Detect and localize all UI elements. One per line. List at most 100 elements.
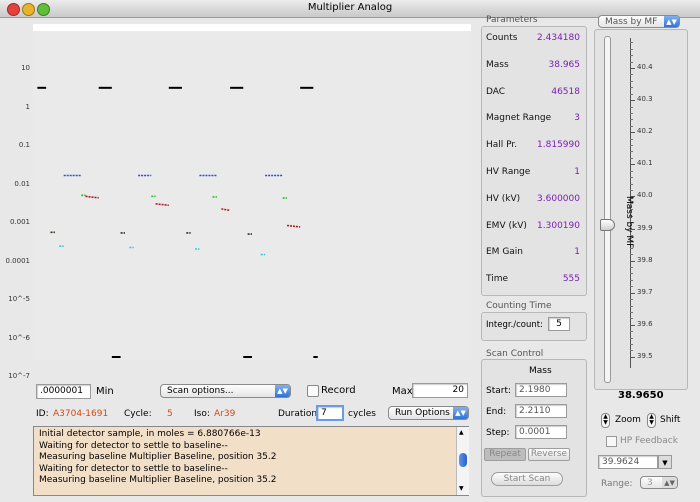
log-line: Measuring baseline Multiplier Baseline, … bbox=[39, 475, 277, 485]
scroll-down-arrow-icon[interactable]: ▼ bbox=[459, 485, 464, 492]
y-tick-label: 0.01 bbox=[14, 179, 30, 188]
integration-label: Integr./count: bbox=[486, 320, 543, 330]
range-popup-value: 3 bbox=[647, 478, 653, 488]
plot-area bbox=[33, 24, 471, 360]
mass-readout: 38.9650 bbox=[618, 390, 664, 401]
y-tick-label: 10^-5 bbox=[8, 295, 30, 303]
slider-minor-tick bbox=[630, 157, 633, 159]
duration-label: Duration bbox=[278, 409, 318, 419]
slider-tick bbox=[630, 68, 635, 69]
slider-tick-label: 40.0 bbox=[637, 191, 653, 200]
mass-by-mf-popup-label: Mass by MF bbox=[605, 17, 658, 27]
run-options-label: Run Options bbox=[395, 408, 450, 418]
slider-thumb[interactable] bbox=[600, 219, 615, 232]
slider-tick bbox=[630, 292, 635, 294]
integration-count-field[interactable]: 5 bbox=[548, 317, 570, 331]
log-text-area[interactable]: Initial detector sample, in moles = 6.88… bbox=[33, 426, 469, 496]
parameter-value: 2.434180 bbox=[537, 33, 580, 43]
slider-track[interactable] bbox=[604, 36, 611, 383]
zoom-label: Zoom bbox=[615, 415, 641, 425]
slider-minor-tick bbox=[630, 55, 633, 57]
run-options-popup[interactable]: Run Options ▲▼ bbox=[388, 406, 469, 420]
slider-tick-label: 40.3 bbox=[637, 95, 653, 104]
cycles-label: cycles bbox=[348, 409, 376, 419]
slider-tick-label: 39.5 bbox=[637, 351, 653, 360]
zoom-stepper[interactable]: ▲ ▼ bbox=[601, 413, 610, 428]
log-line: Waiting for detector to settle to baseli… bbox=[39, 440, 228, 451]
parameter-value: 3 bbox=[574, 113, 580, 124]
slider-minor-tick bbox=[630, 93, 633, 95]
slider-tick bbox=[630, 164, 635, 166]
hp-feedback-checkbox[interactable] bbox=[606, 436, 617, 447]
parameter-value: 1 bbox=[574, 167, 580, 177]
mass-by-mf-popup[interactable]: Mass by MF ▲▼ bbox=[598, 15, 680, 28]
scan-mass-label: Mass bbox=[529, 366, 552, 376]
range-label: Range: bbox=[601, 479, 633, 489]
scan-start-field[interactable]: 2.1980 bbox=[515, 383, 567, 397]
slider-minor-tick bbox=[630, 299, 633, 301]
slider-minor-tick bbox=[630, 177, 633, 179]
log-scrollbar[interactable]: ▲ ▼ bbox=[456, 427, 469, 495]
slider-tick-label: 40.4 bbox=[637, 63, 653, 71]
max-field[interactable]: 20 bbox=[412, 383, 468, 398]
scan-plot bbox=[33, 24, 471, 358]
data-segment bbox=[221, 208, 231, 212]
max-label: Max bbox=[392, 386, 413, 397]
y-tick-label: 0.0001 bbox=[5, 256, 31, 265]
reverse-button[interactable]: Reverse bbox=[528, 448, 570, 461]
range-arrow-icon: ▲▼ bbox=[662, 477, 677, 488]
mass-combo-field[interactable]: 39.9624 bbox=[598, 455, 658, 469]
slider-minor-tick bbox=[630, 151, 633, 153]
scan-step-field[interactable]: 0.0001 bbox=[515, 425, 567, 439]
iso-label: Iso: bbox=[194, 409, 210, 419]
slider-tick-label: 40.2 bbox=[637, 127, 653, 136]
shift-label: Shift bbox=[660, 415, 681, 425]
plot-top-strip bbox=[33, 24, 471, 31]
shift-stepper[interactable]: ▲ ▼ bbox=[647, 413, 656, 428]
scan-end-field[interactable]: 2.2110 bbox=[515, 404, 567, 418]
id-value: A3704-1691 bbox=[53, 409, 109, 419]
duration-field[interactable]: 7 bbox=[316, 405, 344, 421]
slider-minor-tick bbox=[630, 87, 633, 89]
scroll-thumb[interactable] bbox=[459, 453, 467, 467]
popup-arrow-icon: ▲▼ bbox=[664, 16, 679, 27]
cycle-label: Cycle: bbox=[124, 409, 152, 419]
log-line: Waiting for detector to settle to baseli… bbox=[39, 463, 228, 474]
id-label: ID: bbox=[36, 409, 49, 419]
mass-combo-arrow[interactable]: ▼ bbox=[658, 455, 672, 469]
cycle-value: 5 bbox=[167, 409, 173, 419]
slider-tick bbox=[630, 100, 635, 102]
slider-minor-tick bbox=[630, 145, 633, 147]
parameter-value: 1.815990 bbox=[537, 140, 580, 151]
min-field[interactable]: .0000001 bbox=[36, 384, 91, 399]
scan-step-label: Step: bbox=[486, 428, 510, 438]
slider-tick-label: 39.7 bbox=[637, 287, 653, 296]
slider-tick bbox=[630, 356, 635, 358]
slider-minor-tick bbox=[630, 106, 633, 108]
parameter-value: 1.300190 bbox=[537, 220, 580, 231]
log-line: Measuring baseline Multiplier Baseline, … bbox=[39, 452, 277, 462]
range-popup[interactable]: 3 ▲▼ bbox=[640, 476, 678, 489]
slider-minor-tick bbox=[630, 170, 633, 172]
record-label: Record bbox=[321, 385, 356, 396]
slider-minor-tick bbox=[630, 125, 633, 127]
data-segment bbox=[85, 195, 99, 199]
parameter-value: 3.600000 bbox=[537, 193, 580, 204]
start-scan-button[interactable]: Start Scan bbox=[491, 472, 563, 486]
record-checkbox[interactable] bbox=[307, 385, 319, 397]
slider-minor-tick bbox=[630, 318, 633, 320]
slider-minor-tick bbox=[630, 189, 633, 191]
scan-options-popup[interactable]: Scan options... ▲▼ bbox=[160, 384, 291, 398]
scroll-up-arrow-icon[interactable]: ▲ bbox=[459, 429, 464, 436]
run-options-arrow-icon: ▲▼ bbox=[453, 407, 468, 419]
slider-minor-tick bbox=[630, 112, 633, 114]
counting-time-title: Counting Time bbox=[486, 301, 552, 311]
scan-options-arrow-icon: ▲▼ bbox=[275, 385, 290, 397]
data-segment bbox=[286, 224, 301, 228]
repeat-button[interactable]: Repeat bbox=[484, 448, 526, 461]
min-label: Min bbox=[96, 386, 114, 397]
parameter-label: Time bbox=[486, 274, 509, 285]
log-line: Initial detector sample, in moles = 6.88… bbox=[39, 429, 261, 439]
parameter-label: DAC bbox=[486, 86, 506, 97]
slider-minor-tick bbox=[630, 305, 633, 307]
